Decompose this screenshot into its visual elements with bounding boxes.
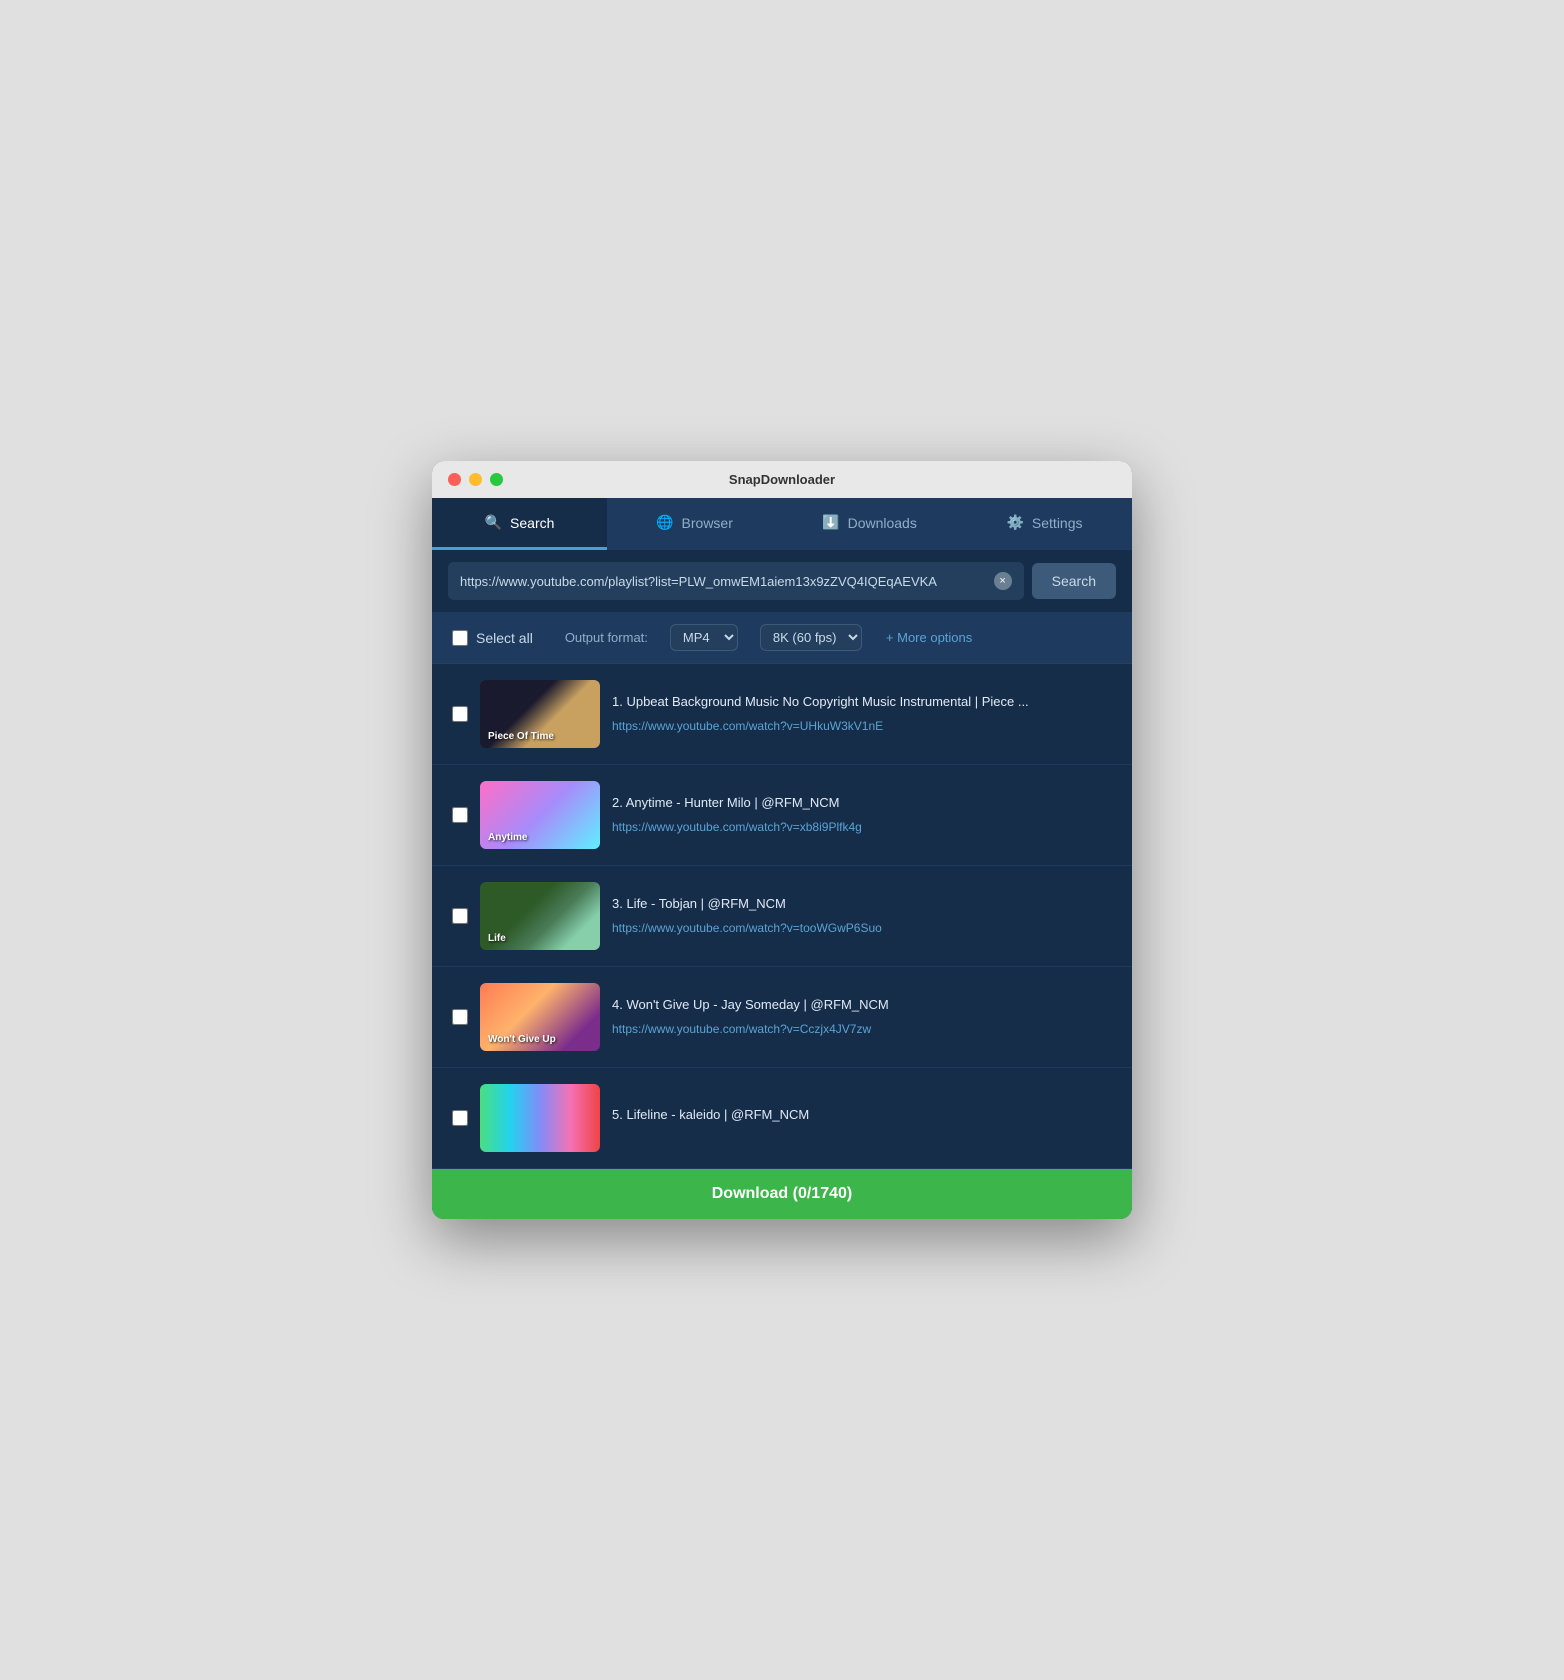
download-bar[interactable]: Download (0/1740)	[432, 1169, 1132, 1219]
item-checkbox-4[interactable]	[452, 1009, 468, 1025]
thumbnail-1: Piece Of Time	[480, 680, 600, 748]
list-item: Anytime 2. Anytime - Hunter Milo | @RFM_…	[432, 765, 1132, 866]
item-url-2[interactable]: https://www.youtube.com/watch?v=xb8i9Plf…	[612, 820, 862, 834]
item-title-2: 2. Anytime - Hunter Milo | @RFM_NCM	[612, 794, 1112, 812]
list-item: Piece Of Time 1. Upbeat Background Music…	[432, 664, 1132, 765]
list-item: Won't Give Up 4. Won't Give Up - Jay Som…	[432, 967, 1132, 1068]
titlebar: SnapDownloader	[432, 461, 1132, 498]
item-url-4[interactable]: https://www.youtube.com/watch?v=Cczjx4JV…	[612, 1022, 871, 1036]
clear-url-button[interactable]: ×	[994, 572, 1012, 590]
list-item: Life 3. Life - Tobjan | @RFM_NCM https:/…	[432, 866, 1132, 967]
quality-select[interactable]: 8K (60 fps) 4K (60 fps) 1080p 720p	[760, 624, 862, 651]
search-tab-icon: 🔍	[485, 514, 502, 531]
toolbar: Select all Output format: MP4 MP3 MOV AV…	[432, 612, 1132, 664]
item-info-3: 3. Life - Tobjan | @RFM_NCM https://www.…	[612, 895, 1112, 937]
item-info-1: 1. Upbeat Background Music No Copyright …	[612, 693, 1112, 735]
select-all-label: Select all	[476, 630, 533, 646]
url-input-container: ×	[448, 562, 1024, 600]
select-all-container: Select all	[452, 630, 533, 646]
thumbnail-3: Life	[480, 882, 600, 950]
item-info-4: 4. Won't Give Up - Jay Someday | @RFM_NC…	[612, 996, 1112, 1038]
item-info-5: 5. Lifeline - kaleido | @RFM_NCM	[612, 1106, 1112, 1130]
thumb-label-2: Anytime	[488, 832, 527, 843]
tab-bar: 🔍 Search 🌐 Browser ⬇️ Downloads ⚙️ Setti…	[432, 498, 1132, 550]
search-button[interactable]: Search	[1032, 563, 1116, 599]
item-title-5: 5. Lifeline - kaleido | @RFM_NCM	[612, 1106, 1112, 1124]
tab-browser-label: Browser	[682, 515, 733, 531]
output-format-label: Output format:	[565, 630, 648, 645]
settings-tab-icon: ⚙️	[1006, 514, 1023, 531]
tab-downloads-label: Downloads	[848, 515, 917, 531]
item-title-1: 1. Upbeat Background Music No Copyright …	[612, 693, 1112, 711]
downloads-tab-icon: ⬇️	[822, 514, 839, 531]
app-window: SnapDownloader 🔍 Search 🌐 Browser ⬇️ Dow…	[432, 461, 1132, 1219]
thumbnail-4: Won't Give Up	[480, 983, 600, 1051]
tab-browser[interactable]: 🌐 Browser	[607, 498, 782, 550]
item-checkbox-2[interactable]	[452, 807, 468, 823]
url-input[interactable]	[460, 574, 986, 589]
item-checkbox-3[interactable]	[452, 908, 468, 924]
maximize-button[interactable]	[490, 473, 503, 486]
thumbnail-2: Anytime	[480, 781, 600, 849]
item-url-3[interactable]: https://www.youtube.com/watch?v=tooWGwP6…	[612, 921, 882, 935]
tab-settings[interactable]: ⚙️ Settings	[957, 498, 1132, 550]
tab-search[interactable]: 🔍 Search	[432, 498, 607, 550]
tab-settings-label: Settings	[1032, 515, 1083, 531]
thumb-label-1: Piece Of Time	[488, 731, 554, 742]
select-all-checkbox[interactable]	[452, 630, 468, 646]
tab-search-label: Search	[510, 515, 554, 531]
search-bar: × Search	[432, 550, 1132, 612]
list-item: 5. Lifeline - kaleido | @RFM_NCM	[432, 1068, 1132, 1169]
item-title-4: 4. Won't Give Up - Jay Someday | @RFM_NC…	[612, 996, 1112, 1014]
thumbnail-5	[480, 1084, 600, 1152]
download-button-label: Download (0/1740)	[712, 1185, 852, 1203]
item-title-3: 3. Life - Tobjan | @RFM_NCM	[612, 895, 1112, 913]
item-url-1[interactable]: https://www.youtube.com/watch?v=UHkuW3kV…	[612, 719, 883, 733]
window-title: SnapDownloader	[729, 472, 835, 487]
thumb-label-4: Won't Give Up	[488, 1034, 556, 1045]
minimize-button[interactable]	[469, 473, 482, 486]
more-options-button[interactable]: + More options	[886, 630, 972, 645]
playlist: Piece Of Time 1. Upbeat Background Music…	[432, 664, 1132, 1169]
browser-tab-icon: 🌐	[656, 514, 673, 531]
item-checkbox-5[interactable]	[452, 1110, 468, 1126]
tab-downloads[interactable]: ⬇️ Downloads	[782, 498, 957, 550]
item-info-2: 2. Anytime - Hunter Milo | @RFM_NCM http…	[612, 794, 1112, 836]
close-button[interactable]	[448, 473, 461, 486]
format-select[interactable]: MP4 MP3 MOV AVI	[670, 624, 738, 651]
item-checkbox-1[interactable]	[452, 706, 468, 722]
thumb-label-3: Life	[488, 933, 506, 944]
